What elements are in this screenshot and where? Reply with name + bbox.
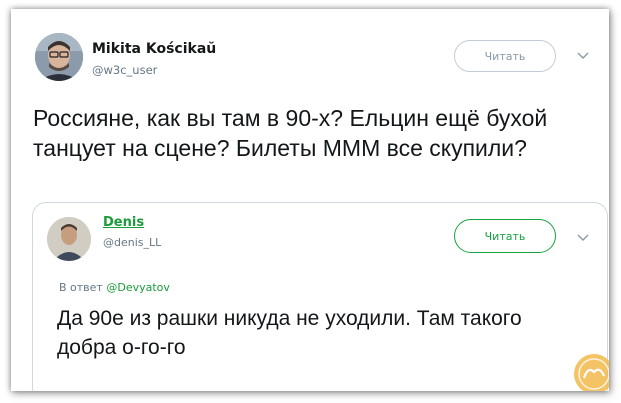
quoted-author-name[interactable]: Denis bbox=[103, 215, 144, 230]
tweet-card: Mikita Kościkaŭ @w3c_user Читать Россиян… bbox=[11, 9, 609, 391]
author-handle[interactable]: @w3c_user bbox=[92, 63, 157, 77]
avatar-quoted[interactable] bbox=[47, 217, 91, 261]
quoted-follow-button[interactable]: Читать bbox=[454, 219, 556, 253]
quoted-tweet[interactable]: Denis @denis_LL Читать В ответ @Devyatov… bbox=[32, 202, 608, 391]
avatar-main[interactable] bbox=[35, 33, 83, 81]
author-name[interactable]: Mikita Kościkaŭ bbox=[92, 41, 216, 57]
tweet-text: Россияне, как вы там в 90-х? Ельцин ещё … bbox=[33, 105, 548, 161]
quoted-author-handle[interactable]: @denis_LL bbox=[103, 236, 161, 249]
quoted-tweet-text: Да 90е из рашки никуда не уходили. Там т… bbox=[57, 307, 522, 359]
chevron-down-icon[interactable] bbox=[576, 231, 590, 245]
reply-to-line: В ответ @Devyatov bbox=[59, 281, 170, 294]
site-logo-watermark bbox=[574, 354, 609, 391]
follow-button[interactable]: Читать bbox=[454, 40, 556, 72]
chevron-down-icon[interactable] bbox=[576, 49, 590, 63]
reply-mention-link[interactable]: @Devyatov bbox=[106, 281, 170, 294]
reply-prefix: В ответ bbox=[59, 281, 107, 294]
